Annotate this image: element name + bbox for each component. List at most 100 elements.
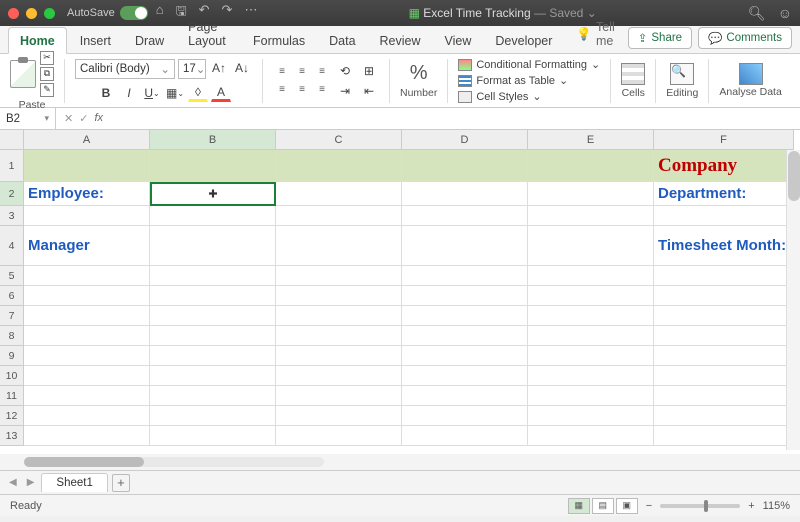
cell-C1[interactable] xyxy=(276,150,402,182)
fx-icon[interactable]: fx xyxy=(94,112,103,125)
cell-E10[interactable] xyxy=(528,366,654,386)
cell-D2[interactable] xyxy=(402,182,528,206)
cell-E7[interactable] xyxy=(528,306,654,326)
autosave-toggle[interactable]: AutoSave xyxy=(67,6,148,20)
cell-F2[interactable]: Department: xyxy=(654,182,794,206)
cell-D8[interactable] xyxy=(402,326,528,346)
cell-D12[interactable] xyxy=(402,406,528,426)
scrollbar-thumb[interactable] xyxy=(788,151,800,201)
normal-view-button[interactable]: ▦ xyxy=(568,498,590,514)
row-header-7[interactable]: 7 xyxy=(0,306,24,326)
add-sheet-button[interactable]: + xyxy=(112,474,130,492)
cell-D6[interactable] xyxy=(402,286,528,306)
cell-B12[interactable] xyxy=(150,406,276,426)
cell-F5[interactable] xyxy=(654,266,794,286)
comments-button[interactable]: 💬Comments xyxy=(698,27,792,49)
cell-F9[interactable] xyxy=(654,346,794,366)
cell-B8[interactable] xyxy=(150,326,276,346)
enter-formula-icon[interactable]: ✓ xyxy=(79,112,88,125)
cell-C8[interactable] xyxy=(276,326,402,346)
tab-view[interactable]: View xyxy=(434,28,483,53)
analyse-group[interactable]: Analyse Data xyxy=(715,63,785,99)
cell-F8[interactable] xyxy=(654,326,794,346)
search-icon[interactable]: 🔍︎ xyxy=(748,5,766,22)
tab-insert[interactable]: Insert xyxy=(69,28,122,53)
cell-E11[interactable] xyxy=(528,386,654,406)
cell-A5[interactable] xyxy=(24,266,150,286)
align-left-icon[interactable]: ≡ xyxy=(273,82,291,98)
border-button[interactable]: ▦⌄ xyxy=(165,84,185,102)
select-all-corner[interactable] xyxy=(0,130,24,150)
merge-icon[interactable]: ⊞ xyxy=(359,62,379,80)
format-as-table-button[interactable]: Format as Table⌄ xyxy=(458,73,600,88)
conditional-formatting-button[interactable]: Conditional Formatting⌄ xyxy=(458,57,600,72)
cells-group[interactable]: Cells xyxy=(617,63,649,99)
row-header-2[interactable]: 2 xyxy=(0,182,24,206)
fill-color-button[interactable]: ◊ xyxy=(188,84,208,102)
cell-E6[interactable] xyxy=(528,286,654,306)
cell-A7[interactable] xyxy=(24,306,150,326)
cell-B5[interactable] xyxy=(150,266,276,286)
indent-icon[interactable]: ⇤ xyxy=(359,82,379,100)
cell-A9[interactable] xyxy=(24,346,150,366)
cell-C2[interactable] xyxy=(276,182,402,206)
wrap-text-icon[interactable]: ⇥ xyxy=(335,82,355,100)
cell-C10[interactable] xyxy=(276,366,402,386)
zoom-in-button[interactable]: + xyxy=(748,500,754,512)
cell-C12[interactable] xyxy=(276,406,402,426)
cell-B3[interactable] xyxy=(150,206,276,226)
column-header-C[interactable]: C xyxy=(276,130,402,150)
column-header-D[interactable]: D xyxy=(402,130,528,150)
tab-data[interactable]: Data xyxy=(318,28,366,53)
cell-F7[interactable] xyxy=(654,306,794,326)
tab-review[interactable]: Review xyxy=(369,28,432,53)
name-box[interactable]: B2▾ xyxy=(0,108,56,129)
cell-B7[interactable] xyxy=(150,306,276,326)
cell-F12[interactable] xyxy=(654,406,794,426)
row-header-5[interactable]: 5 xyxy=(0,266,24,286)
cell-styles-button[interactable]: Cell Styles⌄ xyxy=(458,89,600,104)
column-header-F[interactable]: F xyxy=(654,130,794,150)
align-middle-icon[interactable]: ≡ xyxy=(293,64,311,80)
cell-A11[interactable] xyxy=(24,386,150,406)
cell-B4[interactable] xyxy=(150,226,276,266)
cell-E13[interactable] xyxy=(528,426,654,446)
maximize-window-button[interactable] xyxy=(44,8,55,19)
orientation-icon[interactable]: ⟲ xyxy=(335,62,355,80)
cell-B2[interactable] xyxy=(150,182,276,206)
column-header-E[interactable]: E xyxy=(528,130,654,150)
row-header-9[interactable]: 9 xyxy=(0,346,24,366)
increase-font-icon[interactable]: A↑ xyxy=(209,59,229,77)
cell-E2[interactable] xyxy=(528,182,654,206)
cell-C9[interactable] xyxy=(276,346,402,366)
row-header-1[interactable]: 1 xyxy=(0,150,24,182)
cell-E5[interactable] xyxy=(528,266,654,286)
cell-A1[interactable] xyxy=(24,150,150,182)
cell-F3[interactable] xyxy=(654,206,794,226)
cell-B10[interactable] xyxy=(150,366,276,386)
align-top-icon[interactable]: ≡ xyxy=(273,64,291,80)
font-name-select[interactable]: Calibri (Body)⌄ xyxy=(75,59,175,79)
prev-sheet-icon[interactable]: ◀ xyxy=(6,477,20,488)
vertical-scrollbar[interactable] xyxy=(786,150,800,450)
cell-E9[interactable] xyxy=(528,346,654,366)
cell-C4[interactable] xyxy=(276,226,402,266)
cell-A2[interactable]: Employee: xyxy=(24,182,150,206)
row-header-12[interactable]: 12 xyxy=(0,406,24,426)
row-header-3[interactable]: 3 xyxy=(0,206,24,226)
decrease-font-icon[interactable]: A↓ xyxy=(232,59,252,77)
cell-B13[interactable] xyxy=(150,426,276,446)
smiley-icon[interactable]: ☺ xyxy=(778,5,792,22)
cell-B6[interactable] xyxy=(150,286,276,306)
cell-D11[interactable] xyxy=(402,386,528,406)
cell-A3[interactable] xyxy=(24,206,150,226)
cell-A6[interactable] xyxy=(24,286,150,306)
column-header-A[interactable]: A xyxy=(24,130,150,150)
share-button[interactable]: ⇪Share xyxy=(628,27,692,49)
cancel-formula-icon[interactable]: ✕ xyxy=(64,112,73,125)
cell-F6[interactable] xyxy=(654,286,794,306)
cell-D13[interactable] xyxy=(402,426,528,446)
row-header-8[interactable]: 8 xyxy=(0,326,24,346)
cell-F13[interactable] xyxy=(654,426,794,446)
more-icon[interactable]: ⋯ xyxy=(244,2,257,24)
